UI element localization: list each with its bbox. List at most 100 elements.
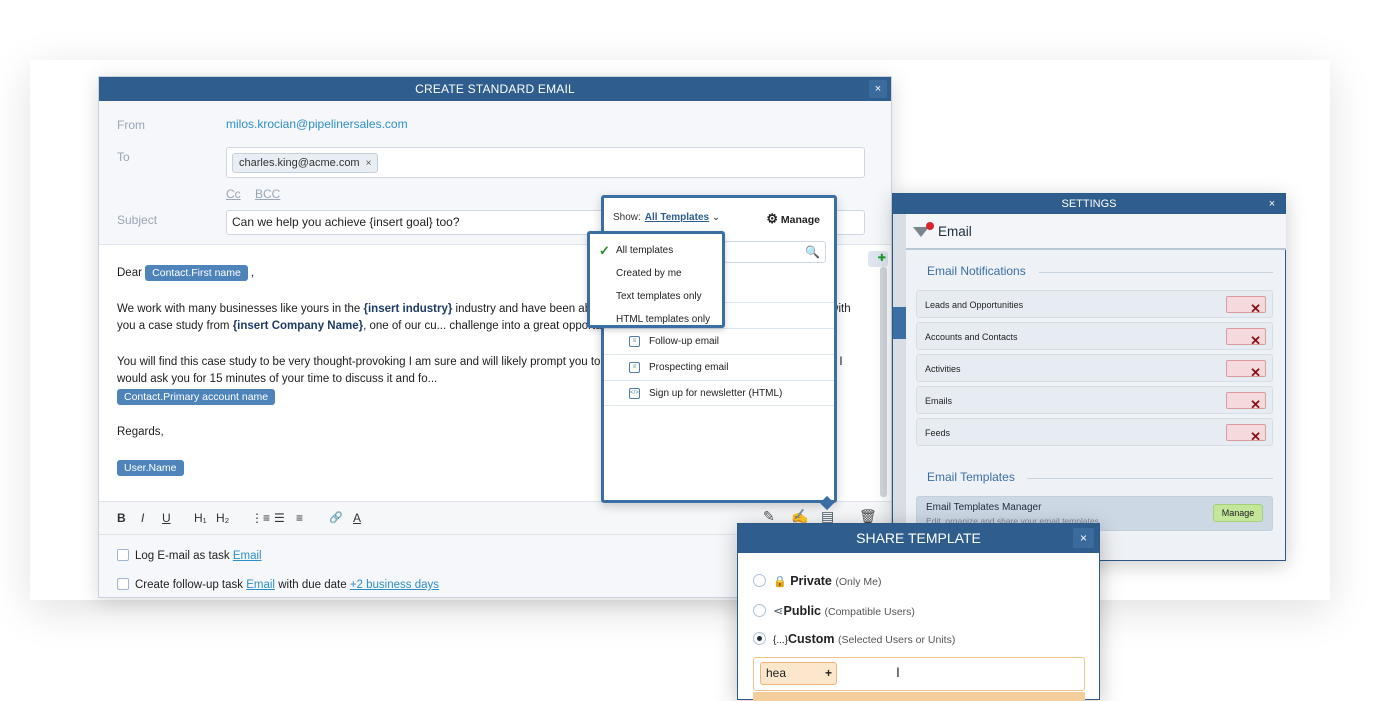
option-label: Public <box>783 604 821 618</box>
template-item[interactable]: ≡ Follow-up email <box>604 328 834 354</box>
notification-toggle[interactable]: ✕ <box>1226 328 1266 348</box>
align-icon[interactable]: ≡ <box>296 511 303 525</box>
settings-sidebar <box>893 214 906 562</box>
lock-icon: 🔒 <box>773 576 787 588</box>
link-icon[interactable]: 🔗 <box>329 511 343 524</box>
share-title-bar: SHARE TEMPLATE × <box>738 524 1099 553</box>
due-date-label: with due date <box>278 579 347 591</box>
notification-toggle[interactable]: ✕ <box>1226 424 1266 444</box>
notification-label: Leads and Opportunities <box>925 300 1024 310</box>
italic-icon[interactable]: I <box>141 511 144 525</box>
settings-close-button[interactable]: × <box>1263 195 1281 213</box>
option-label: Text templates only <box>616 291 702 302</box>
option-label: All templates <box>616 245 674 256</box>
to-label: To <box>117 150 130 164</box>
notifications-heading: Email Notifications <box>927 264 1026 278</box>
section-title: Email <box>938 224 972 239</box>
follow-up-option: Create follow-up task Email with due dat… <box>117 578 439 591</box>
off-x-icon: ✕ <box>1250 301 1261 316</box>
ordered-list-icon[interactable]: ⋮≡ <box>251 511 270 525</box>
settings-title: SETTINGS <box>1061 198 1117 210</box>
template-name: Follow-up email <box>649 336 720 347</box>
text-cursor-icon: I <box>896 664 900 680</box>
radio-button[interactable] <box>753 604 766 617</box>
chevron-down-icon[interactable]: ⌄ <box>712 212 720 223</box>
option-label: HTML templates only <box>616 314 711 325</box>
radio-button-selected[interactable] <box>753 632 766 645</box>
to-input[interactable]: charles.king@acme.com × <box>226 147 865 178</box>
notification-row: Emails ✕ <box>916 386 1273 414</box>
merge-tag-first-name[interactable]: Contact.First name <box>145 265 248 281</box>
notification-row: Leads and Opportunities ✕ <box>916 290 1273 318</box>
log-email-type-link[interactable]: Email <box>233 550 262 562</box>
text-color-icon[interactable]: A <box>353 511 361 525</box>
share-option-custom[interactable]: {...}Custom (Selected Users or Units) <box>753 632 955 646</box>
window-title: CREATE STANDARD EMAIL <box>415 82 575 96</box>
bold-icon[interactable]: B <box>117 511 126 525</box>
greeting-text: Dear <box>117 267 142 279</box>
close-button[interactable]: × <box>869 80 887 98</box>
p1-text-a: We work with many businesses like yours … <box>117 302 361 315</box>
share-template-dialog: SHARE TEMPLATE × 🔒 Private (Only Me) ⋖Pu… <box>737 523 1100 701</box>
follow-up-checkbox[interactable] <box>117 578 129 590</box>
notification-toggle[interactable]: ✕ <box>1226 392 1266 412</box>
cc-link[interactable]: Cc <box>226 187 241 201</box>
from-value[interactable]: milos.krocian@pipelinersales.com <box>226 117 408 131</box>
due-date-link[interactable]: +2 business days <box>350 579 439 591</box>
notification-label: Activities <box>925 364 961 374</box>
scrollbar[interactable] <box>880 267 887 497</box>
add-icon[interactable]: + <box>825 663 832 684</box>
bullet-list-icon[interactable]: ☰ <box>274 511 285 525</box>
template-item[interactable]: </> Sign up for newsletter (HTML) <box>604 380 834 406</box>
option-note: (Only Me) <box>835 576 882 588</box>
share-users-input[interactable]: hea + I <box>753 657 1085 691</box>
share-option-public[interactable]: ⋖Public (Compatible Users) <box>753 603 915 618</box>
divider <box>1039 272 1273 273</box>
manage-button[interactable]: Manage <box>1213 504 1263 522</box>
merge-tag-user-name[interactable]: User.Name <box>117 459 184 476</box>
settings-window: SETTINGS × Email Email Notifications Lea… <box>892 193 1286 562</box>
gear-icon: ⚙ <box>766 211 778 226</box>
underline-icon[interactable]: U <box>162 511 171 525</box>
window-title-bar: CREATE STANDARD EMAIL × <box>99 77 891 101</box>
remove-recipient-icon[interactable]: × <box>366 158 372 169</box>
follow-up-type-link[interactable]: Email <box>246 579 275 591</box>
filter-dropdown[interactable]: All Templates <box>645 212 709 223</box>
off-x-icon: ✕ <box>1250 397 1261 412</box>
share-option-private[interactable]: 🔒 Private (Only Me) <box>753 574 881 588</box>
radio-button[interactable] <box>753 574 766 587</box>
template-search-input[interactable]: 🔍 <box>724 241 826 263</box>
recipient-chip: charles.king@acme.com × <box>232 153 379 173</box>
option-label: Custom <box>788 632 835 646</box>
manage-label: Manage <box>780 214 820 226</box>
option-note: (Selected Users or Units) <box>838 634 956 646</box>
template-item[interactable]: ≡ Prospecting email <box>604 354 834 380</box>
filter-option-all[interactable]: ✓ All templates <box>590 239 722 262</box>
bcc-link[interactable]: BCC <box>255 187 280 201</box>
heading2-icon[interactable]: H₂ <box>216 511 229 525</box>
log-email-label: Log E-mail as task <box>135 550 230 562</box>
settings-section-header: Email <box>906 214 1286 250</box>
log-email-checkbox[interactable] <box>117 549 129 561</box>
filter-option-html[interactable]: HTML templates only <box>590 308 722 331</box>
notification-toggle[interactable]: ✕ <box>1226 360 1266 380</box>
filter-option-text[interactable]: Text templates only <box>590 285 722 308</box>
settings-sidebar-active-tab[interactable] <box>893 307 906 339</box>
off-x-icon: ✕ <box>1250 333 1261 348</box>
recipient-email: charles.king@acme.com <box>239 157 360 169</box>
add-field-icon[interactable]: ✚ <box>868 251 888 267</box>
search-icon[interactable]: 🔍 <box>805 245 820 259</box>
notification-label: Feeds <box>925 428 951 438</box>
manage-templates-button[interactable]: ⚙ Manage <box>766 211 820 227</box>
subject-label: Subject <box>117 213 158 227</box>
merge-tag-account[interactable]: Contact.Primary account name <box>117 388 276 405</box>
filter-option-created-by-me[interactable]: Created by me <box>590 262 722 285</box>
share-icon: ⋖ <box>773 604 784 618</box>
braces-icon: {...} <box>773 635 789 646</box>
from-label: From <box>117 118 145 132</box>
notification-toggle[interactable]: ✕ <box>1226 296 1266 316</box>
heading1-icon[interactable]: H₁ <box>194 511 207 525</box>
notification-row: Feeds ✕ <box>916 418 1273 446</box>
notification-label: Accounts and Contacts <box>925 332 1018 342</box>
share-close-button[interactable]: × <box>1073 528 1094 548</box>
